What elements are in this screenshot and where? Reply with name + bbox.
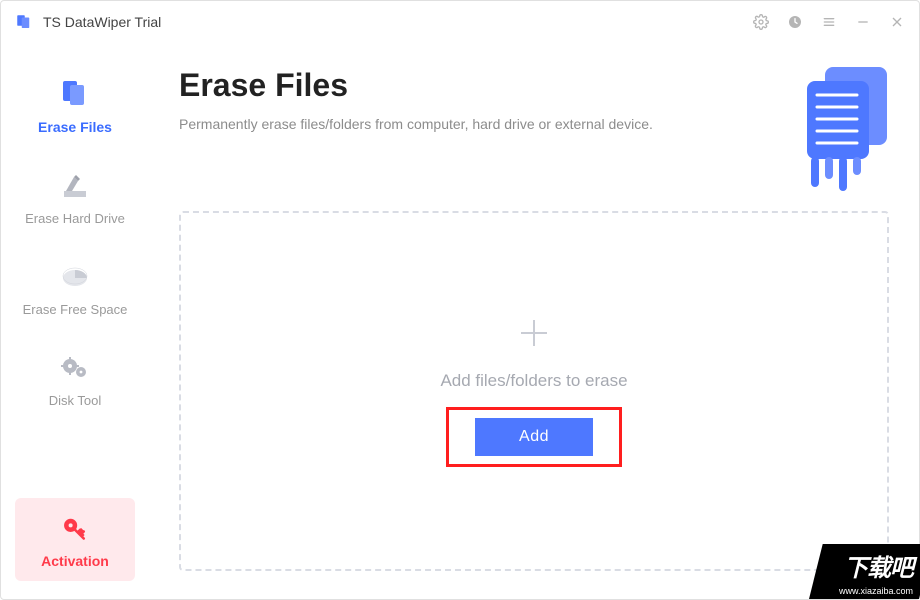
sidebar-item-erase-free-space[interactable]: Erase Free Space — [1, 244, 149, 335]
activation-button[interactable]: Activation — [15, 498, 135, 581]
activation-label: Activation — [41, 553, 109, 569]
sidebar-item-erase-hard-drive[interactable]: Erase Hard Drive — [1, 153, 149, 244]
sidebar-item-label: Erase Files — [38, 119, 112, 135]
title-bar-left: TS DataWiper Trial — [15, 13, 161, 31]
hard-drive-icon — [57, 171, 93, 201]
settings-icon[interactable] — [753, 14, 769, 30]
sidebar-item-disk-tool[interactable]: Disk Tool — [1, 335, 149, 426]
page-header: Erase Files Permanently erase files/fold… — [179, 43, 889, 191]
minimize-icon[interactable] — [855, 14, 871, 30]
history-icon[interactable] — [787, 14, 803, 30]
sidebar-item-label: Disk Tool — [49, 393, 102, 408]
erase-files-icon — [57, 79, 93, 109]
sidebar-item-label: Erase Free Space — [23, 302, 128, 317]
page-title: Erase Files — [179, 67, 777, 104]
decorative-shredder-icon — [777, 61, 897, 191]
watermark-text: 下载吧 — [844, 548, 913, 583]
page-subtitle: Permanently erase files/folders from com… — [179, 116, 777, 132]
plus-icon — [517, 316, 551, 355]
add-button-highlight: Add — [446, 407, 622, 467]
add-button[interactable]: Add — [475, 418, 593, 456]
gears-icon — [57, 353, 93, 383]
watermark: 下载吧 www.xiazaiba.com — [809, 544, 919, 599]
pie-chart-icon — [57, 262, 93, 292]
close-icon[interactable] — [889, 14, 905, 30]
dropzone-label: Add files/folders to erase — [440, 371, 627, 391]
app-logo-icon — [15, 13, 33, 31]
main-content: Erase Files Permanently erase files/fold… — [149, 43, 919, 599]
watermark-url: www.xiazaiba.com — [839, 586, 913, 596]
title-bar: TS DataWiper Trial — [1, 1, 919, 43]
key-icon — [61, 514, 89, 547]
dropzone[interactable]: Add files/folders to erase Add — [179, 211, 889, 571]
title-bar-controls — [753, 14, 905, 30]
sidebar: Erase Files Erase Hard Drive Erase Free … — [1, 43, 149, 599]
menu-icon[interactable] — [821, 14, 837, 30]
app-title: TS DataWiper Trial — [43, 14, 161, 30]
sidebar-item-erase-files[interactable]: Erase Files — [1, 61, 149, 153]
sidebar-item-label: Erase Hard Drive — [25, 211, 125, 226]
